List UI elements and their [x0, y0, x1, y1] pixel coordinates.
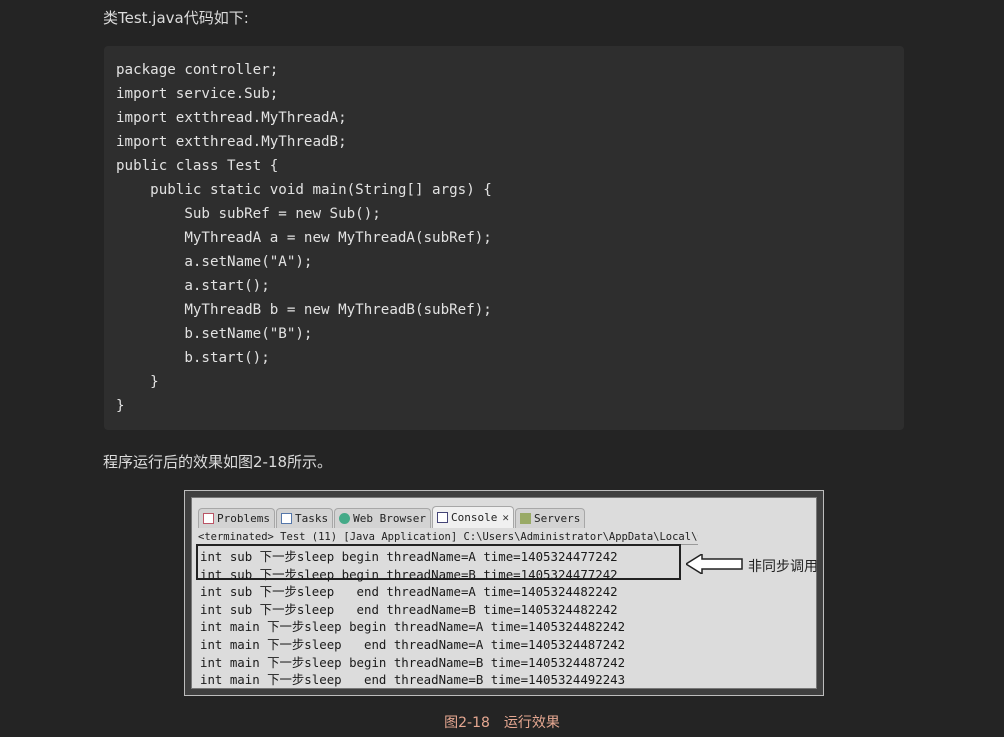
code-line: import extthread.MyThreadB; [116, 134, 347, 150]
console-screenshot: Problems Tasks Web Browser Console ✕ Ser… [191, 497, 818, 689]
tab-label: Web Browser [353, 512, 426, 525]
code-line: a.start(); [116, 278, 270, 294]
figure-2-18: Problems Tasks Web Browser Console ✕ Ser… [184, 490, 824, 696]
result-paragraph: 程序运行后的效果如图2-18所示。 [103, 453, 333, 471]
tab-console[interactable]: Console ✕ [431, 506, 514, 528]
code-line: public class Test { [116, 158, 279, 174]
tab-label: Servers [533, 512, 581, 525]
close-icon[interactable]: ✕ [502, 511, 509, 524]
console-status-line: <terminated> Test (11) [Java Application… [198, 531, 698, 545]
console-line: int main 下一步sleep end threadName=A time=… [200, 636, 626, 652]
intro-paragraph: 类Test.java代码如下: [103, 9, 249, 27]
code-line: public static void main(String[] args) { [116, 182, 492, 198]
code-line: package controller; [116, 62, 279, 78]
view-tab-bar: Problems Tasks Web Browser Console ✕ Ser… [198, 506, 693, 528]
tab-label: Problems [217, 512, 270, 525]
tasks-icon [280, 513, 292, 524]
tab-problems[interactable]: Problems [198, 508, 275, 528]
code-line: MyThreadB b = new MyThreadB(subRef); [116, 302, 492, 318]
tab-servers[interactable]: Servers [514, 508, 586, 528]
code-line: b.start(); [116, 350, 270, 366]
left-arrow-icon [686, 554, 743, 574]
console-line: int main 下一步sleep begin threadName=A tim… [200, 619, 626, 635]
tab-tasks[interactable]: Tasks [275, 508, 334, 528]
code-block: package controller; import service.Sub; im… [104, 46, 904, 430]
console-line: int sub 下一步sleep end threadName=B time=1… [200, 601, 618, 617]
code-line: } [116, 374, 159, 390]
code-line: import extthread.MyThreadA; [116, 110, 347, 126]
console-line: int main 下一步sleep end threadName=B time=… [200, 672, 626, 688]
code-line: } [116, 398, 125, 414]
web-browser-icon [339, 513, 351, 524]
code-line: MyThreadA a = new MyThreadA(subRef); [116, 230, 492, 246]
code-line: b.setName("B"); [116, 326, 313, 342]
console-icon [436, 512, 448, 523]
tab-web-browser[interactable]: Web Browser [334, 508, 431, 528]
code-line: Sub subRef = new Sub(); [116, 206, 381, 222]
console-line: int sub 下一步sleep end threadName=A time=1… [200, 584, 618, 600]
figure-caption: 图2-18 运行效果 [444, 715, 560, 731]
annotation-label: 非同步调用 [748, 559, 818, 575]
code-line: a.setName("A"); [116, 254, 313, 270]
servers-icon [519, 513, 531, 524]
problems-icon [203, 513, 214, 524]
highlight-box [196, 544, 681, 580]
code-line: import service.Sub; [116, 86, 279, 102]
console-line: int main 下一步sleep begin threadName=B tim… [200, 654, 626, 670]
tab-label: Console [450, 511, 498, 524]
tab-label: Tasks [294, 512, 329, 525]
